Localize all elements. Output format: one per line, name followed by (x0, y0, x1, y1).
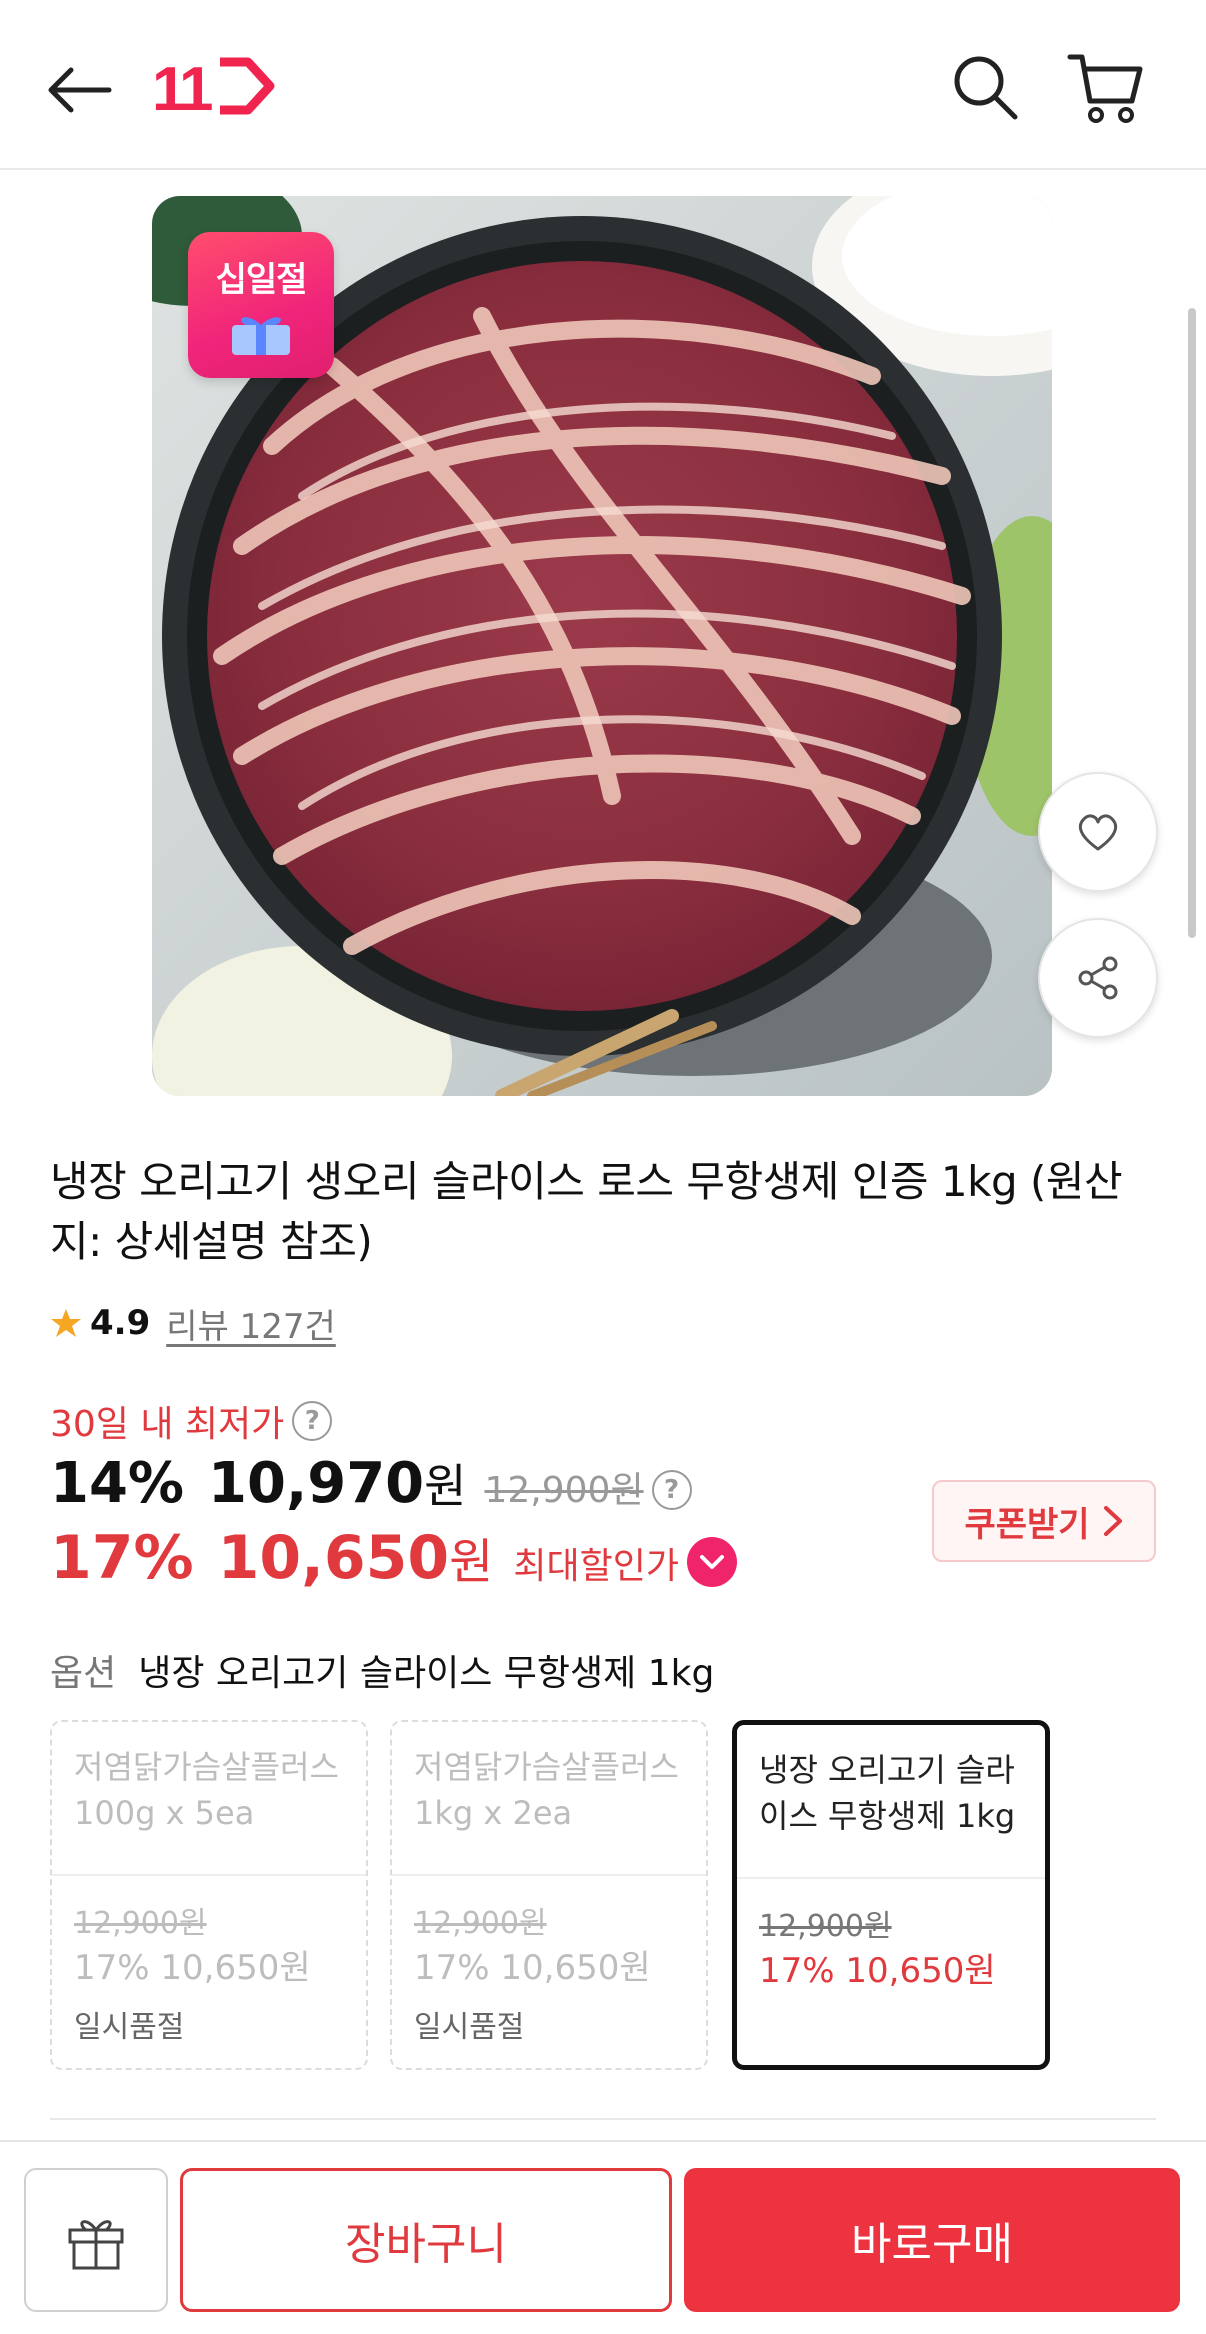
original-price: 12,900원 (484, 1470, 644, 1511)
option-card-divider (52, 1874, 366, 1876)
product-title: 냉장 오리고기 생오리 슬라이스 로스 무항생제 인증 1kg (원산지: 상세… (50, 1157, 1123, 1266)
max-discount-rate: 17% (50, 1523, 194, 1593)
coupon-button-label: 쿠폰받기 (964, 1504, 1090, 1545)
coupon-button[interactable]: 쿠폰받기 (932, 1480, 1156, 1562)
star-icon (51, 1309, 81, 1337)
price-row: 14% 10,970 원 12,900원 ? (50, 1450, 692, 1530)
rating-row: 4.9 리뷰 127건 (50, 1298, 336, 1348)
promo-badge: 십일절 (188, 232, 334, 378)
sale-price: 10,970 (208, 1451, 425, 1516)
currency-label: 원 (424, 1459, 467, 1513)
product-image[interactable]: 십일절 (152, 196, 1052, 1096)
option-card-divider (392, 1874, 706, 1876)
option-card-name: 냉장 오리고기 슬라이스 무항생제 1kg (759, 1751, 1016, 1835)
logo-text: 11 (152, 55, 212, 122)
scrollbar[interactable] (1188, 308, 1196, 938)
logo[interactable]: 11 (150, 50, 280, 124)
option-card-sale-price: 17% 10,650원 (414, 1948, 651, 1988)
option-card-selected[interactable]: 냉장 오리고기 슬라이스 무항생제 1kg 12,900원 17% 10,650… (732, 1720, 1050, 2070)
back-button[interactable] (36, 48, 120, 132)
help-icon[interactable]: ? (292, 1401, 333, 1441)
discount-rate: 14% (50, 1451, 185, 1516)
max-currency-label: 원 (449, 1534, 494, 1590)
option-selected-value: 냉장 오리고기 슬라이스 무항생제 1kg (138, 1653, 715, 1694)
option-card-name: 저염닭가슴살플러스 1kg x 2ea (414, 1748, 679, 1832)
lowest-price-row: 30일 내 최저가 ? (50, 1394, 333, 1448)
option-card-original-price: 12,900원 (414, 1906, 547, 1941)
buy-now-button[interactable]: 바로구매 (684, 2168, 1180, 2312)
option-card-sale-price: 17% 10,650원 (74, 1948, 311, 1988)
top-header: 11 (0, 0, 1206, 170)
bottom-action-bar: 장바구니 바로구매 (0, 2140, 1206, 2334)
chevron-right-icon (1103, 1506, 1122, 1536)
option-card[interactable]: 저염닭가슴살플러스 1kg x 2ea 12,900원 17% 10,650원 … (390, 1720, 708, 2070)
rating-score: 4.9 (90, 1303, 151, 1343)
option-card-status: 일시품절 (414, 2010, 525, 2045)
max-discount-row: 17% 10,650 원 최대할인가 (50, 1522, 737, 1602)
lowest-price-label: 30일 내 최저가 (50, 1404, 285, 1445)
search-button[interactable] (940, 42, 1030, 132)
option-card-sale-price: 17% 10,650원 (759, 1951, 996, 1991)
share-icon (1078, 956, 1118, 1000)
search-icon (954, 56, 1018, 120)
cart-button[interactable] (1056, 42, 1156, 132)
option-card[interactable]: 저염닭가슴살플러스 100g x 5ea 12,900원 17% 10,650원… (50, 1720, 368, 2070)
gift-box-icon (232, 317, 290, 355)
back-arrow-icon (48, 67, 112, 113)
option-card-status: 일시품절 (74, 2010, 185, 2045)
heart-icon (1078, 814, 1118, 851)
gift-button[interactable] (24, 2168, 168, 2312)
cart-icon (1067, 54, 1143, 123)
option-card-original-price: 12,900원 (759, 1909, 892, 1944)
wishlist-button[interactable] (1038, 772, 1158, 892)
add-to-cart-button[interactable]: 장바구니 (180, 2168, 672, 2312)
gift-icon (68, 2220, 124, 2270)
option-card-name: 저염닭가슴살플러스 100g x 5ea (74, 1748, 339, 1832)
section-divider (50, 2118, 1156, 2120)
option-row: 옵션 냉장 오리고기 슬라이스 무항생제 1kg (50, 1640, 714, 1700)
expand-discount-button[interactable] (686, 1537, 737, 1587)
price-help-icon[interactable]: ? (651, 1470, 692, 1510)
option-card-original-price: 12,900원 (74, 1906, 207, 1941)
share-button[interactable] (1038, 918, 1158, 1038)
max-discount-label: 최대할인가 (513, 1546, 679, 1587)
review-link[interactable]: 리뷰 127건 (166, 1299, 336, 1348)
option-label: 옵션 (50, 1653, 117, 1694)
badge-text: 십일절 (215, 260, 308, 300)
option-card-divider (737, 1877, 1045, 1879)
chevron-down-icon (699, 1555, 724, 1569)
max-discount-price: 10,650 (217, 1523, 450, 1593)
